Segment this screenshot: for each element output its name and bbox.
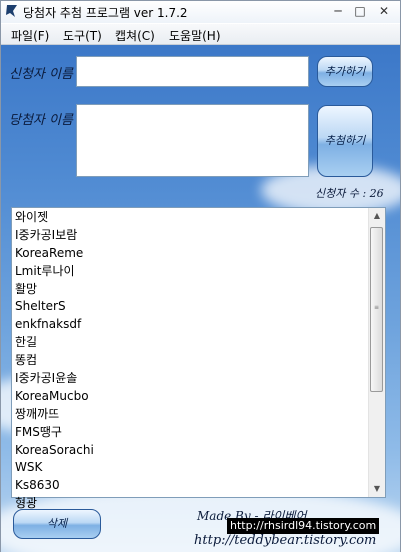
bear-icon xyxy=(6,5,17,17)
applicant-list-items: 와이젯 I중카공I보람 KoreaReme Lmit루나이 활망 ShelterS enkf… xyxy=(15,209,367,513)
list-item[interactable]: 한길 xyxy=(15,334,367,352)
delete-button[interactable]: 삭제 xyxy=(13,509,101,539)
list-item[interactable]: 똥컴 xyxy=(15,352,367,370)
blog-url-handwritten: http://teddybear.tistory.com xyxy=(194,533,377,548)
list-item[interactable]: ShelterS xyxy=(15,298,367,316)
grip-icon: ≡ xyxy=(374,304,380,311)
list-item[interactable]: WSK xyxy=(15,459,367,477)
list-item[interactable]: Ks8630 xyxy=(15,477,367,495)
list-item[interactable]: FMS땡구 xyxy=(15,424,367,442)
list-item[interactable]: Lmit루나이 xyxy=(15,263,367,281)
app-window: 당첨자 추첨 프로그램 ver 1.7.2 ─ □ ✕ 파일(F) 도구(T) … xyxy=(0,0,401,552)
main-panel: 신청자 이름 추가하기 당첨자 이름 추첨하기 신청자 수 : 26 와이젯 I중… xyxy=(1,45,400,552)
winner-name-output xyxy=(76,104,309,177)
scroll-up-icon[interactable]: ▲ xyxy=(369,208,385,224)
list-scrollbar[interactable]: ▲ ≡ ▼ xyxy=(368,208,385,497)
menu-file[interactable]: 파일(F) xyxy=(11,27,49,44)
menu-bar: 파일(F) 도구(T) 캡쳐(C) 도움말(H) xyxy=(1,24,400,45)
menu-tools[interactable]: 도구(T) xyxy=(63,27,102,44)
window-title: 당첨자 추첨 프로그램 ver 1.7.2 xyxy=(23,6,188,20)
list-item[interactable]: 활망 xyxy=(15,281,367,299)
list-item[interactable]: 짱깨까뜨 xyxy=(15,406,367,424)
applicant-name-label: 신청자 이름 xyxy=(9,67,73,82)
applicant-list[interactable]: 와이젯 I중카공I보람 KoreaReme Lmit루나이 활망 ShelterS enkf… xyxy=(11,207,386,510)
list-item[interactable]: KoreaSorachi xyxy=(15,442,367,460)
url-tooltip: http://rhsirdl94.tistory.com xyxy=(227,518,380,534)
menu-help[interactable]: 도움말(H) xyxy=(169,27,221,44)
winner-name-label: 당첨자 이름 xyxy=(9,113,73,128)
add-button[interactable]: 추가하기 xyxy=(317,56,373,87)
list-item[interactable]: I중카공I윤솔 xyxy=(15,370,367,388)
list-item[interactable]: enkfnaksdf xyxy=(15,316,367,334)
scroll-down-icon[interactable]: ▼ xyxy=(369,481,385,497)
scroll-thumb[interactable]: ≡ xyxy=(370,227,383,392)
list-item[interactable]: 와이젯 xyxy=(15,209,367,227)
list-item[interactable]: KoreaMucbo xyxy=(15,388,367,406)
menu-capture[interactable]: 캡쳐(C) xyxy=(115,27,155,44)
title-bar[interactable]: 당첨자 추첨 프로그램 ver 1.7.2 ─ □ ✕ xyxy=(1,1,400,23)
minimize-button[interactable]: ─ xyxy=(330,3,346,19)
list-item[interactable]: KoreaReme xyxy=(15,245,367,263)
applicant-name-input[interactable] xyxy=(76,56,309,87)
list-item[interactable]: I중카공I보람 xyxy=(15,227,367,245)
restore-button[interactable]: □ xyxy=(352,3,368,19)
draw-button[interactable]: 추첨하기 xyxy=(317,105,373,177)
applicant-count: 신청자 수 : 26 xyxy=(315,187,384,200)
close-button[interactable]: ✕ xyxy=(376,3,392,19)
